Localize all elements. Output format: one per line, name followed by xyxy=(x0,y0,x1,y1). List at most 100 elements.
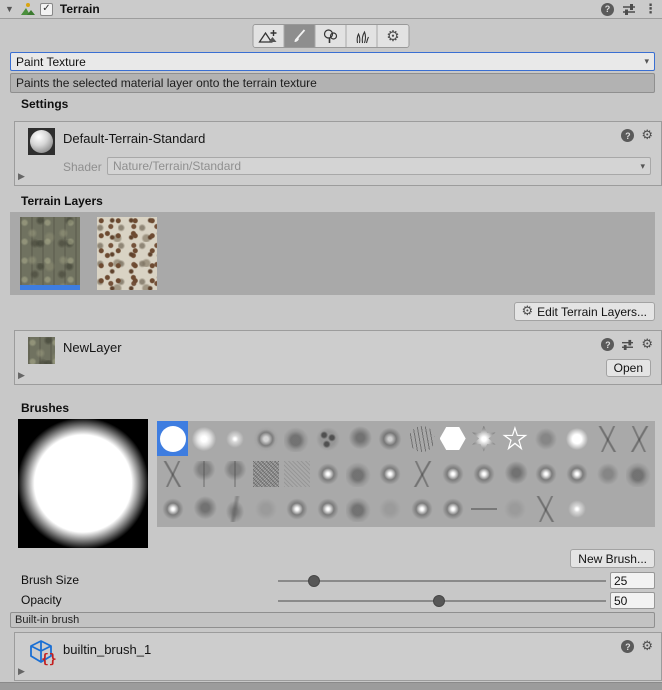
brush-item[interactable] xyxy=(219,491,250,526)
brush-item[interactable] xyxy=(406,456,437,491)
brush-item[interactable] xyxy=(593,456,624,491)
brush-item[interactable] xyxy=(375,491,406,526)
tool-create-neighbor-terrains[interactable] xyxy=(254,25,285,47)
twig1-brush-icon xyxy=(160,461,186,487)
brush-item[interactable] xyxy=(562,421,593,456)
brush-item[interactable] xyxy=(499,421,530,456)
splat-brush-icon xyxy=(377,461,403,487)
brush-item[interactable] xyxy=(531,456,562,491)
opacity-handle[interactable] xyxy=(433,595,445,607)
brush-item[interactable] xyxy=(562,491,593,526)
splat-brush-icon xyxy=(440,496,466,522)
glow2-brush-icon xyxy=(564,496,590,522)
gear-icon[interactable]: ⚙ xyxy=(641,640,653,653)
brush-item[interactable] xyxy=(468,456,499,491)
brush-item[interactable] xyxy=(219,421,250,456)
brush-item[interactable] xyxy=(250,456,281,491)
brush-item[interactable] xyxy=(344,456,375,491)
foldout-closed-icon[interactable]: ▶ xyxy=(18,666,25,677)
tool-paint-trees[interactable] xyxy=(316,25,347,47)
brush-item[interactable] xyxy=(313,421,344,456)
brush-item[interactable] xyxy=(375,421,406,456)
brush-item[interactable] xyxy=(468,421,499,456)
foldout-closed-icon[interactable]: ▶ xyxy=(18,370,25,381)
terrain-component-icon xyxy=(20,2,36,16)
brush-item[interactable] xyxy=(250,491,281,526)
brush-item[interactable] xyxy=(250,421,281,456)
brush-item[interactable] xyxy=(562,456,593,491)
brush-item[interactable] xyxy=(437,491,468,526)
brush-item[interactable] xyxy=(157,491,188,526)
brush-size-slider[interactable] xyxy=(278,580,606,582)
paint-mode-dropdown[interactable]: Paint Texture ▾ xyxy=(10,52,655,71)
new-layer-box: NewLayer ? ⚙ Open ▶ xyxy=(14,330,662,385)
tool-terrain-settings[interactable]: ⚙ xyxy=(378,25,409,47)
scriptable-object-icon[interactable]: {} xyxy=(28,639,55,666)
help-icon[interactable]: ? xyxy=(601,338,614,351)
brush-item[interactable] xyxy=(282,456,313,491)
details-grass-icon xyxy=(353,29,370,44)
gear-icon[interactable]: ⚙ xyxy=(641,338,653,351)
brush-size-handle[interactable] xyxy=(308,575,320,587)
brush-item[interactable] xyxy=(437,421,468,456)
builtin-brush-box: {} builtin_brush_1 ? ⚙ ▶ xyxy=(14,632,662,681)
terrain-layers-strip xyxy=(10,212,655,295)
brush-item[interactable] xyxy=(499,491,530,526)
brush-item[interactable] xyxy=(499,456,530,491)
material-preview-thumb[interactable] xyxy=(28,128,55,155)
ring2-brush-icon xyxy=(377,426,403,452)
splat-brush-icon xyxy=(533,461,559,487)
brush-item[interactable] xyxy=(344,491,375,526)
brush-item[interactable] xyxy=(157,456,188,491)
presets-icon[interactable] xyxy=(621,339,634,350)
terrain-layer-grass[interactable] xyxy=(20,217,80,290)
brush-item[interactable] xyxy=(188,421,219,456)
brush-item[interactable] xyxy=(624,421,655,456)
edit-terrain-layers-button[interactable]: ⚙ Edit Terrain Layers... xyxy=(514,302,655,321)
presets-icon[interactable] xyxy=(622,3,636,15)
brush-size-value-field[interactable] xyxy=(610,572,655,589)
brush-item[interactable] xyxy=(437,456,468,491)
brush-item[interactable] xyxy=(624,456,655,491)
more-menu-icon[interactable]: ⋮ xyxy=(644,3,657,16)
brush-item[interactable] xyxy=(406,491,437,526)
help-icon[interactable]: ? xyxy=(601,3,614,16)
blob2-brush-icon xyxy=(502,461,528,487)
brush-item[interactable] xyxy=(344,421,375,456)
brush-item[interactable] xyxy=(313,491,344,526)
open-button[interactable]: Open xyxy=(606,359,651,377)
foldout-open-icon[interactable]: ▼ xyxy=(5,5,14,14)
material-name: Default-Terrain-Standard xyxy=(63,131,205,146)
tool-paint-details[interactable] xyxy=(347,25,378,47)
brush-item[interactable] xyxy=(188,491,219,526)
enabled-checkbox[interactable]: ✓ xyxy=(40,3,53,16)
inspector-header: ▼ ✓ Terrain ? ⋮ xyxy=(0,0,662,19)
brush-item[interactable] xyxy=(157,421,188,456)
brush-item[interactable] xyxy=(531,421,562,456)
gear-icon: ⚙ xyxy=(522,305,534,318)
brush-item[interactable] xyxy=(313,456,344,491)
help-icon[interactable]: ? xyxy=(621,640,634,653)
new-brush-button[interactable]: New Brush... xyxy=(570,549,655,568)
brush-item[interactable] xyxy=(188,456,219,491)
foldout-closed-icon[interactable]: ▶ xyxy=(18,171,25,182)
tool-paint-terrain[interactable] xyxy=(285,25,316,47)
help-icon[interactable]: ? xyxy=(621,129,634,142)
terrain-tool-strip: ⚙ xyxy=(253,24,410,48)
brush-item[interactable] xyxy=(282,491,313,526)
splat-brush-icon xyxy=(564,461,590,487)
new-layer-thumb[interactable] xyxy=(28,337,55,364)
brush-item[interactable] xyxy=(406,421,437,456)
component-title: Terrain xyxy=(60,2,100,16)
brush-item[interactable] xyxy=(375,456,406,491)
shader-dropdown[interactable]: Nature/Terrain/Standard ▾ xyxy=(107,157,651,175)
terrain-layer-rock[interactable] xyxy=(97,217,157,290)
brush-item[interactable] xyxy=(531,491,562,526)
brush-item[interactable] xyxy=(219,456,250,491)
brush-item[interactable] xyxy=(282,421,313,456)
opacity-slider[interactable] xyxy=(278,600,606,602)
brush-item[interactable] xyxy=(593,421,624,456)
gear-icon[interactable]: ⚙ xyxy=(641,129,653,142)
brush-item[interactable] xyxy=(468,491,499,526)
opacity-value-field[interactable] xyxy=(610,592,655,609)
